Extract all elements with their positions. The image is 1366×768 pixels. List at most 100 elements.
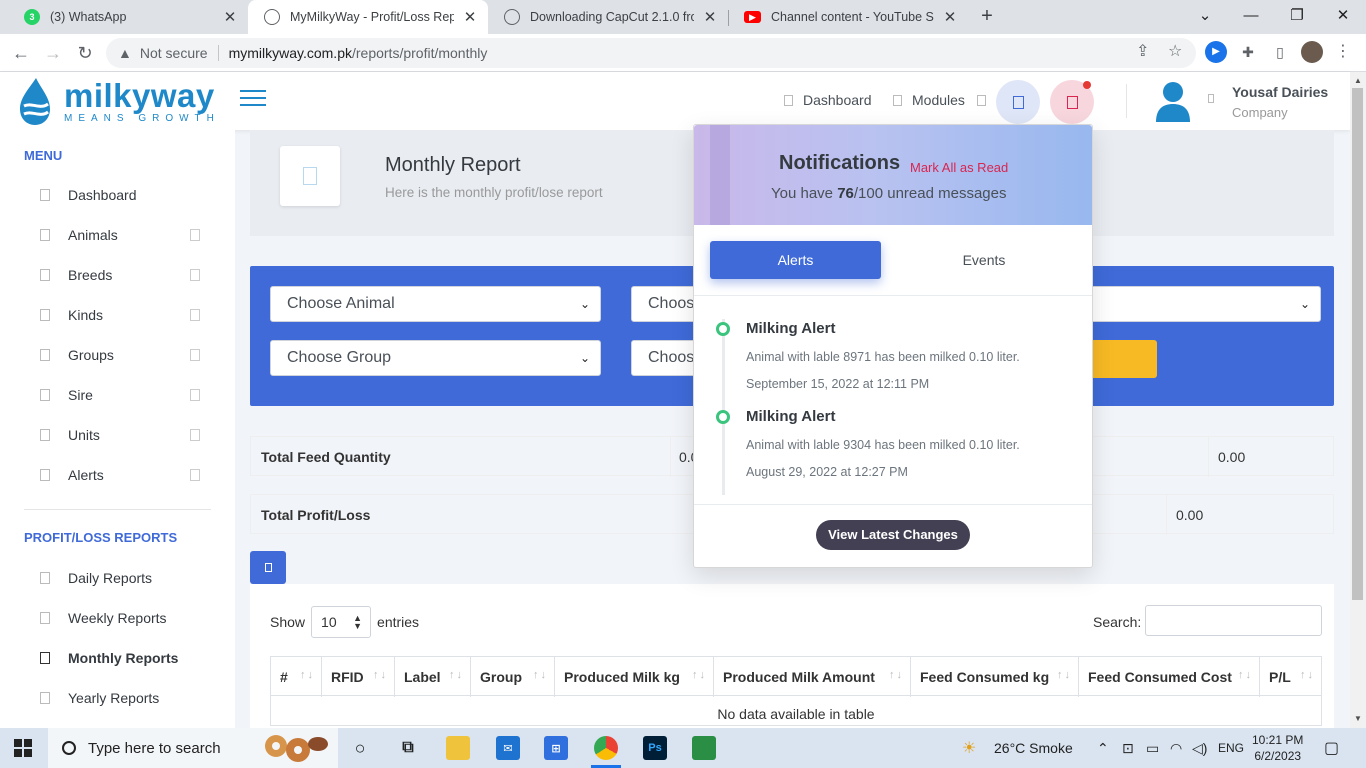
- weather-text[interactable]: 26°C Smoke: [994, 740, 1073, 756]
- store-icon[interactable]: ⊞: [544, 736, 568, 760]
- scroll-up-icon: ▲: [1354, 76, 1362, 85]
- task-view-icon[interactable]: ⧉: [396, 736, 420, 760]
- close-tab-icon[interactable]: ✕: [702, 8, 718, 26]
- bookmark-star-icon[interactable]: ☆: [1168, 41, 1182, 61]
- sidebar-item-yearly-reports[interactable]: Yearly Reports: [40, 686, 210, 710]
- chevron-up-icon[interactable]: ⌃: [1097, 740, 1109, 757]
- column-header-produced-milk-kg[interactable]: Produced Milk kg ↑↓: [555, 657, 714, 697]
- tab-search-icon[interactable]: ⌄: [1182, 0, 1228, 34]
- notifications-button[interactable]: [1050, 80, 1094, 124]
- new-tab-button[interactable]: +: [976, 4, 998, 30]
- photoshop-icon[interactable]: Ps: [643, 736, 667, 760]
- language-indicator[interactable]: ENG: [1218, 741, 1244, 755]
- browser-tab-youtube[interactable]: ▶ Channel content - YouTube Studi ✕: [728, 0, 968, 34]
- logo-tagline: MEANS GROWTH: [64, 112, 220, 124]
- column-header-feed-consumed-kg[interactable]: Feed Consumed kg ↑↓: [911, 657, 1079, 697]
- column-header-rfid[interactable]: RFID ↑↓: [322, 657, 395, 697]
- taskbar-clock[interactable]: 10:21 PM 6/2/2023: [1252, 732, 1303, 764]
- milkyway-logo[interactable]: milkyway MEANS GROWTH: [14, 76, 220, 126]
- notification-item[interactable]: Milking Alert Animal with lable 8971 has…: [746, 320, 1020, 391]
- column-header-feed-consumed-cost[interactable]: Feed Consumed Cost ↑↓: [1079, 657, 1260, 697]
- choose-animal-select[interactable]: Choose Animal ⌄: [270, 286, 601, 322]
- column-header-group[interactable]: Group ↑↓: [471, 657, 555, 697]
- nav-dashboard[interactable]: Dashboard: [784, 92, 872, 108]
- table-search-input[interactable]: [1145, 605, 1322, 636]
- sidebar-item-daily-reports[interactable]: Daily Reports: [40, 566, 210, 590]
- column-header-index[interactable]: # ↑↓: [271, 657, 322, 697]
- user-avatar-icon[interactable]: [1154, 80, 1192, 122]
- scrollbar-thumb[interactable]: [1352, 88, 1363, 600]
- page-scrollbar[interactable]: ▲ ▼: [1350, 72, 1366, 728]
- user-info[interactable]: Yousaf Dairies Company: [1232, 84, 1328, 120]
- entries-select[interactable]: 10 ▲ ▼: [311, 606, 372, 638]
- sidebar-item-weekly-reports[interactable]: Weekly Reports: [40, 606, 210, 630]
- forward-arrow-icon[interactable]: →: [40, 40, 66, 66]
- tab-alerts[interactable]: Alerts: [710, 241, 881, 279]
- sidebar-item-sire[interactable]: Sire: [40, 383, 210, 407]
- column-header-label[interactable]: Label ↑↓: [395, 657, 471, 697]
- sidebar-item-monthly-reports[interactable]: Monthly Reports: [40, 646, 210, 670]
- close-tab-icon[interactable]: ✕: [462, 8, 478, 26]
- view-latest-changes-button[interactable]: View Latest Changes: [816, 520, 970, 550]
- summary-label: Total Feed Quantity: [261, 449, 391, 465]
- security-label[interactable]: Not secure: [140, 45, 208, 61]
- chevron-down-icon[interactable]: [1208, 94, 1214, 103]
- notification-item[interactable]: Milking Alert Animal with lable 9304 has…: [746, 408, 1020, 479]
- app-header: milkyway MEANS GROWTH Dashboard Modules …: [0, 72, 1350, 130]
- sidebar-item-alerts[interactable]: Alerts: [40, 463, 210, 487]
- sidebar-item-units[interactable]: Units: [40, 423, 210, 447]
- chrome-icon[interactable]: [594, 736, 618, 760]
- grid-menu-button[interactable]: [996, 80, 1040, 124]
- address-bar[interactable]: ▲ Not secure mymilkyway.com.pk/reports/p…: [106, 38, 1196, 68]
- side-panel-icon[interactable]: ▯: [1269, 41, 1291, 63]
- mark-all-read-link[interactable]: Mark All as Read: [910, 160, 1008, 175]
- summary-value: 0.00: [1176, 507, 1204, 523]
- sidebar-item-kinds[interactable]: Kinds: [40, 303, 210, 327]
- minimize-button[interactable]: —: [1228, 0, 1274, 34]
- profile-avatar-icon[interactable]: [1301, 41, 1323, 63]
- restore-button[interactable]: ❐: [1274, 0, 1320, 34]
- youtube-icon: ▶: [744, 11, 761, 23]
- extension-play-icon[interactable]: ▶: [1205, 41, 1227, 63]
- puzzle-extensions-icon[interactable]: ✚: [1237, 41, 1259, 63]
- dashboard-icon: [40, 189, 50, 201]
- nav-modules[interactable]: Modules: [893, 92, 996, 108]
- wifi-icon[interactable]: ◠: [1170, 740, 1182, 757]
- mail-icon[interactable]: ✉: [496, 736, 520, 760]
- bell-icon: [1066, 95, 1078, 109]
- battery-icon[interactable]: ▭: [1146, 740, 1159, 757]
- hamburger-menu-icon[interactable]: [240, 90, 266, 108]
- taskbar-search-box[interactable]: Type here to search: [48, 728, 338, 768]
- close-tab-icon[interactable]: ✕: [222, 8, 238, 26]
- file-explorer-icon[interactable]: [446, 736, 470, 760]
- column-header-produced-milk-amount[interactable]: Produced Milk Amount ↑↓: [714, 657, 911, 697]
- weather-icon[interactable]: ☀: [962, 738, 976, 758]
- browser-tab-whatsapp[interactable]: 3 (3) WhatsApp ✕: [8, 0, 248, 34]
- close-window-button[interactable]: ✕: [1320, 0, 1366, 34]
- cortana-icon[interactable]: ○: [348, 736, 372, 760]
- filter-submit-button[interactable]: [1085, 340, 1157, 378]
- sidebar-item-label: Groups: [68, 347, 114, 363]
- device-icon[interactable]: ⊡: [1122, 740, 1134, 757]
- browser-tab-mymilkyway[interactable]: MyMilkyWay - Profit/Loss Report ✕: [248, 0, 488, 34]
- tab-events[interactable]: Events: [909, 241, 1059, 279]
- search-placeholder: Type here to search: [88, 739, 221, 757]
- back-arrow-icon[interactable]: ←: [8, 40, 34, 66]
- volume-icon[interactable]: ◁): [1192, 740, 1207, 757]
- notification-center-icon[interactable]: ▢: [1324, 738, 1339, 758]
- sidebar-item-label: Kinds: [68, 307, 104, 323]
- windows-start-icon[interactable]: [14, 739, 32, 757]
- network-app-icon[interactable]: [692, 736, 716, 760]
- sidebar-item-animals[interactable]: Animals: [40, 223, 210, 247]
- sidebar-item-groups[interactable]: Groups: [40, 343, 210, 367]
- browser-tab-capcut[interactable]: Downloading CapCut 2.1.0 from ✕: [488, 0, 728, 34]
- share-icon[interactable]: ⇪: [1136, 41, 1149, 61]
- choose-group-select[interactable]: Choose Group ⌄: [270, 340, 601, 376]
- close-tab-icon[interactable]: ✕: [942, 8, 958, 26]
- column-header-pl[interactable]: P/L ↑↓: [1260, 657, 1321, 697]
- print-button[interactable]: [250, 551, 286, 584]
- sidebar-item-dashboard[interactable]: Dashboard: [40, 183, 210, 207]
- sidebar-item-breeds[interactable]: Breeds: [40, 263, 210, 287]
- reload-icon[interactable]: ↻: [72, 40, 98, 66]
- kebab-menu-icon[interactable]: ⋮: [1332, 41, 1354, 63]
